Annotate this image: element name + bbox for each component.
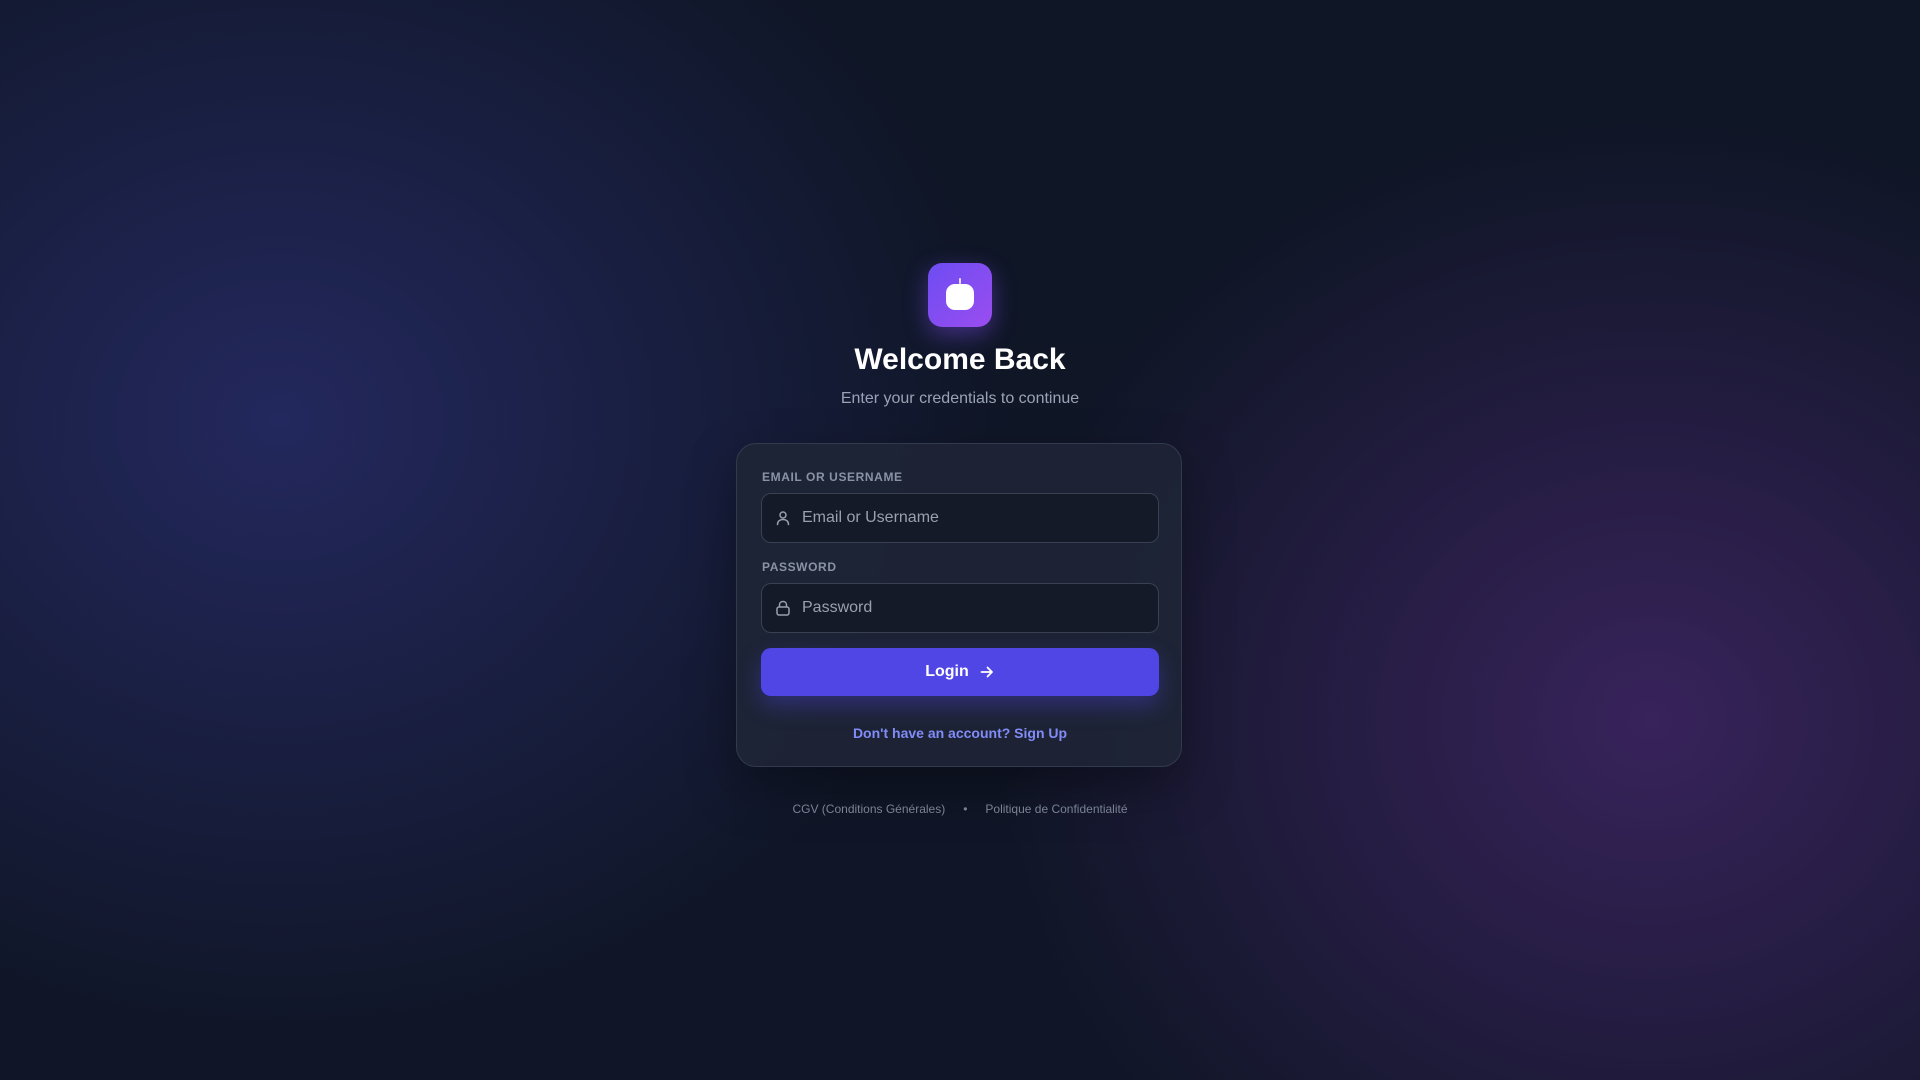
lock-icon xyxy=(776,600,790,616)
login-page: Welcome Back Enter your credentials to c… xyxy=(0,0,1920,1080)
app-logo xyxy=(928,263,992,327)
email-field[interactable] xyxy=(802,494,1152,542)
login-button[interactable]: Login xyxy=(761,648,1159,696)
footer: CGV (Conditions Générales) • Politique d… xyxy=(0,801,1920,817)
page-subtitle: Enter your credentials to continue xyxy=(840,390,1080,407)
apple-icon xyxy=(946,278,974,310)
password-field[interactable] xyxy=(802,584,1152,632)
footer-separator: • xyxy=(963,802,968,816)
signup-link[interactable]: Don't have an account? Sign Up xyxy=(737,724,1183,742)
page-title: Welcome Back xyxy=(854,343,1066,376)
email-field-container[interactable] xyxy=(761,493,1159,543)
privacy-policy-link[interactable]: Politique de Confidentialité xyxy=(985,801,1127,817)
login-card: EMAIL OR USERNAME PASSWORD Login Don't h… xyxy=(736,443,1182,767)
email-label: EMAIL OR USERNAME xyxy=(762,470,903,484)
user-icon xyxy=(776,511,790,526)
terms-link[interactable]: CGV (Conditions Générales) xyxy=(792,801,945,817)
arrow-right-icon xyxy=(980,666,993,678)
login-button-label: Login xyxy=(925,663,969,680)
password-label: PASSWORD xyxy=(762,560,837,574)
password-field-container[interactable] xyxy=(761,583,1159,633)
